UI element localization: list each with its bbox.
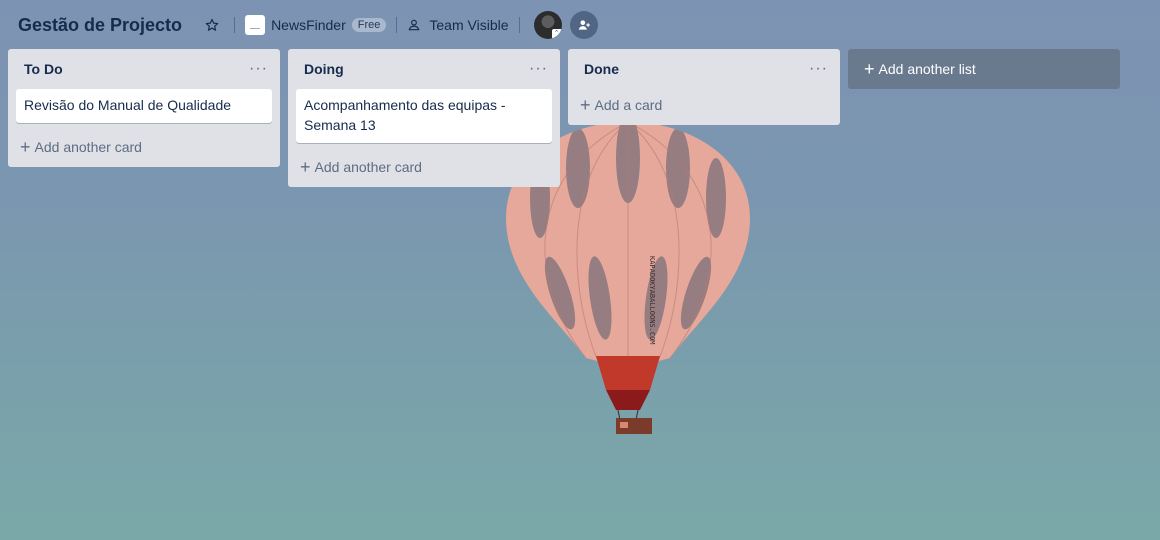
add-card-label: Add another card [314, 159, 422, 175]
star-button[interactable] [200, 13, 224, 37]
card-list: Revisão do Manual de Qualidade [8, 89, 280, 123]
header-divider [234, 17, 236, 33]
card[interactable]: Acompanhamento das equipas - Semana 13 [296, 89, 552, 143]
list-doing: Doing ··· Acompanhamento das equipas - S… [288, 49, 560, 187]
add-list-button[interactable]: + Add another list [848, 49, 1120, 89]
add-member-icon [578, 20, 590, 30]
header-divider [396, 17, 398, 33]
list-menu-button[interactable]: ··· [245, 60, 272, 78]
visibility-label: Team Visible [429, 17, 509, 33]
add-card-button[interactable]: + Add another card [288, 151, 560, 187]
workspace-button[interactable]: NewsFinder Free [245, 15, 387, 35]
list-header: Done ··· [568, 49, 840, 89]
list-header: To Do ··· [8, 49, 280, 89]
team-icon [408, 19, 420, 31]
admin-chevron-icon: ⌃ [551, 29, 562, 39]
visibility-button[interactable]: Team Visible [407, 17, 509, 33]
board-header: Gestão de Projecto NewsFinder Free Team … [0, 0, 1160, 50]
ellipsis-icon: ··· [249, 60, 268, 77]
workspace-name: NewsFinder [271, 17, 346, 33]
ellipsis-icon: ··· [529, 60, 548, 77]
workspace-logo [245, 15, 266, 35]
list-done: Done ··· + Add a card [568, 49, 840, 125]
balloon-lettering: KAPADOKYABALLOONS.COM [648, 256, 656, 345]
list-to-do: To Do ··· Revisão do Manual de Qualidade… [8, 49, 280, 167]
workspace-plan-badge: Free [351, 18, 387, 32]
plus-icon: + [864, 59, 875, 79]
add-card-label: Add a card [594, 97, 663, 113]
list-menu-button[interactable]: ··· [525, 60, 552, 78]
list-menu-button[interactable]: ··· [805, 60, 832, 78]
ellipsis-icon: ··· [809, 60, 828, 77]
card-list: Acompanhamento das equipas - Semana 13 [288, 89, 560, 143]
add-list-label: Add another list [878, 61, 976, 77]
list-title[interactable]: Done [584, 61, 619, 77]
avatar[interactable]: ⌃ [533, 11, 562, 39]
plus-icon: + [20, 137, 31, 157]
list-header: Doing ··· [288, 49, 560, 89]
add-card-button[interactable]: + Add another card [8, 131, 280, 167]
header-divider [518, 17, 520, 33]
add-card-button[interactable]: + Add a card [568, 89, 840, 125]
add-card-label: Add another card [34, 139, 142, 155]
list-title[interactable]: Doing [304, 61, 344, 77]
plus-icon: + [580, 95, 591, 115]
plus-icon: + [300, 157, 311, 177]
star-icon [205, 18, 219, 31]
board-title[interactable]: Gestão de Projecto [18, 15, 182, 36]
list-title[interactable]: To Do [24, 61, 63, 77]
invite-button[interactable] [569, 11, 598, 39]
card[interactable]: Revisão do Manual de Qualidade [16, 89, 272, 123]
